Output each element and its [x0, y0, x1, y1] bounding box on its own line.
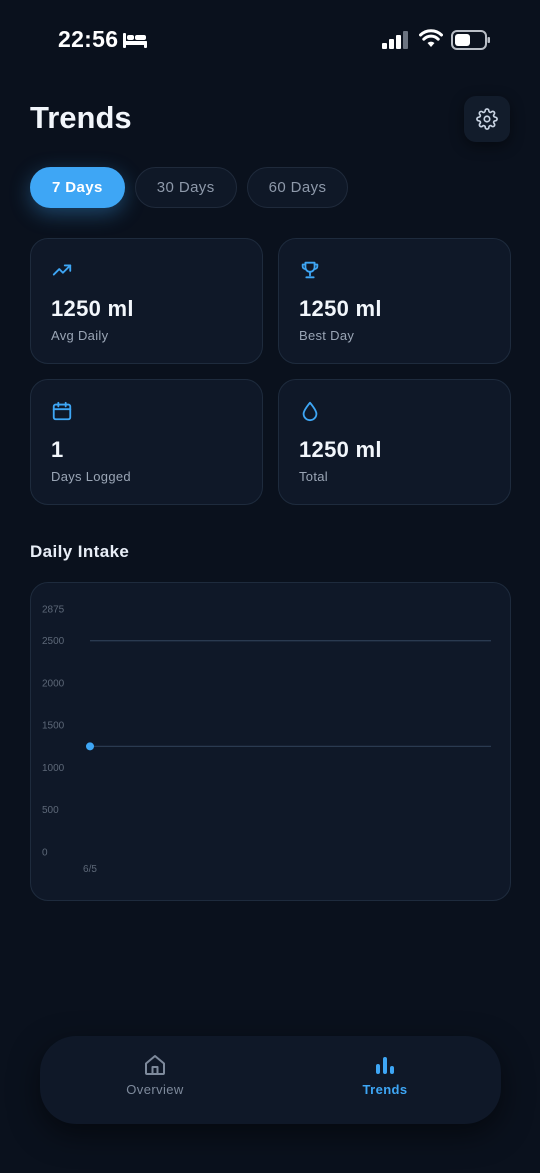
tab-30-days[interactable]: 30 Days — [134, 167, 237, 208]
nav-label: Trends — [362, 1082, 408, 1097]
data-point[interactable] — [86, 742, 94, 751]
tab-7-days[interactable]: 7 Days — [30, 167, 125, 208]
stat-label: Best Day — [299, 328, 355, 343]
bottom-nav: Overview Trends — [40, 1036, 501, 1124]
y-tick-label: 500 — [42, 805, 59, 816]
range-tabs: 7 Days 30 Days 60 Days — [30, 167, 349, 208]
page-title: Trends — [30, 100, 132, 135]
stat-label: Days Logged — [51, 469, 131, 484]
trophy-icon — [301, 261, 319, 279]
y-tick-label: 2500 — [42, 636, 65, 647]
stat-card-days-logged: 1 Days Logged — [30, 379, 263, 505]
nav-item-trends[interactable]: Trends — [270, 1036, 500, 1124]
stat-label: Avg Daily — [51, 328, 109, 343]
y-tick-label: 1000 — [42, 763, 65, 774]
water-drop-icon — [302, 401, 318, 422]
trend-line-icon — [52, 264, 72, 276]
stat-value: 1 — [51, 437, 64, 462]
settings-button[interactable] — [464, 96, 510, 142]
gear-icon — [476, 108, 498, 130]
daily-intake-chart: 0 500 1000 1500 2000 2500 2875 6/5 — [30, 582, 511, 901]
y-tick-label: 2000 — [42, 678, 65, 689]
stat-card-total: 1250 ml Total — [278, 379, 511, 505]
bar-chart-icon — [376, 1057, 394, 1074]
stat-card-avg-daily: 1250 ml Avg Daily — [30, 238, 263, 364]
y-tick-label: 2875 — [42, 605, 65, 616]
y-tick-label: 1500 — [42, 721, 65, 732]
home-icon — [145, 1055, 165, 1075]
stat-value: 1250 ml — [51, 296, 134, 321]
status-time: 22:56 — [58, 26, 119, 52]
tab-60-days[interactable]: 60 Days — [246, 167, 349, 208]
trends-screen: 22:56 Trends 7 Days 30 Days 60 Days 1250… — [0, 0, 540, 1173]
section-title: Daily Intake — [30, 542, 130, 561]
signal-icon — [382, 31, 408, 49]
nav-item-overview[interactable]: Overview — [40, 1036, 270, 1124]
stat-card-best-day: 1250 ml Best Day — [278, 238, 511, 364]
bed-icon — [123, 33, 147, 48]
stat-value: 1250 ml — [299, 437, 382, 462]
calendar-icon — [52, 401, 72, 421]
y-tick-label: 0 — [42, 848, 48, 859]
status-bar: 22:56 — [0, 0, 540, 80]
nav-label: Overview — [126, 1082, 184, 1097]
battery-icon — [451, 30, 490, 50]
wifi-icon — [419, 29, 443, 47]
stat-label: Total — [299, 469, 328, 484]
chart-svg: 0 500 1000 1500 2000 2500 2875 6/5 — [42, 605, 491, 875]
x-tick-label: 6/5 — [83, 864, 97, 875]
stat-value: 1250 ml — [299, 296, 382, 321]
